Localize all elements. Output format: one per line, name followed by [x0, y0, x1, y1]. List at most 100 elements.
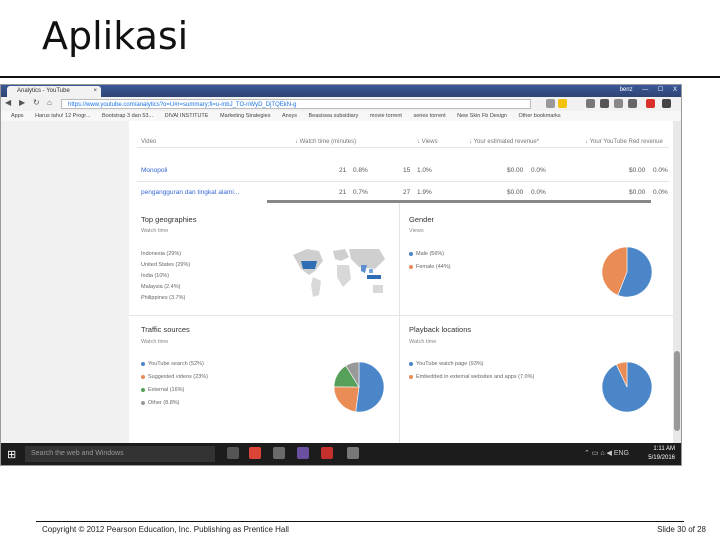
windows-start-icon[interactable]: ⊞	[7, 448, 16, 461]
bookmark-item[interactable]: Ansys	[282, 113, 297, 119]
traffic-legend-item: External (16%)	[141, 387, 184, 393]
video-title-link[interactable]: Monopoli	[141, 167, 167, 174]
video-title-link[interactable]: pengangguran dan tingkat alami...	[141, 189, 239, 196]
acrobat-icon[interactable]	[321, 447, 333, 459]
home-icon[interactable]: ⌂	[47, 98, 52, 107]
bookmark-item[interactable]: Bootstrap 3 dan 53...	[102, 113, 153, 119]
column-header-views[interactable]: ↓ Views	[417, 139, 438, 145]
watch-time-value: 21	[339, 189, 347, 196]
legend-label: Other (8.8%)	[148, 400, 180, 406]
scrollbar-thumb[interactable]	[674, 351, 680, 431]
legend-label: YouTube watch page (93%)	[416, 361, 484, 367]
gender-title[interactable]: Gender	[409, 215, 434, 224]
back-icon[interactable]: ◀	[5, 98, 11, 107]
copyright-footer: Copyright © 2012 Pearson Education, Inc.…	[42, 525, 289, 534]
forward-icon[interactable]: ▶	[19, 98, 25, 107]
user-badge[interactable]: benz	[620, 87, 633, 93]
revenue-percent: 0.0%	[531, 189, 546, 196]
column-header-watch-time[interactable]: ↓ Watch time (minutes)	[295, 139, 356, 145]
extension-icon[interactable]	[628, 99, 637, 108]
taskbar-clock[interactable]: 1:11 AM 5/19/2016	[648, 445, 675, 463]
file-explorer-icon[interactable]	[273, 447, 285, 459]
column-header-revenue[interactable]: ↓ Your estimated revenue*	[469, 139, 539, 145]
traffic-legend-item: YouTube search (52%)	[141, 361, 204, 367]
bookmark-item[interactable]: New Skin Fb Design	[457, 113, 507, 119]
geographies-subtitle: Watch time	[141, 228, 169, 234]
bookmark-item[interactable]: movie torrent	[370, 113, 402, 119]
row-divider	[137, 147, 669, 148]
extension-icon[interactable]	[614, 99, 623, 108]
slide-number: Slide 30 of 28	[657, 525, 706, 534]
gender-legend-item: Female (44%)	[409, 264, 451, 270]
maximize-button[interactable]: ☐	[658, 87, 663, 93]
extension-icon[interactable]	[600, 99, 609, 108]
geographies-title[interactable]: Top geographies	[141, 215, 196, 224]
legend-label: Female (44%)	[416, 264, 451, 270]
panel-divider	[399, 203, 400, 443]
watch-time-percent: 0.8%	[353, 167, 368, 174]
red-revenue-value: $0.00	[629, 189, 646, 196]
menu-icon[interactable]	[662, 99, 671, 108]
playback-locations-subtitle: Watch time	[409, 339, 437, 345]
legend-label: Suggested videos (23%)	[148, 374, 208, 380]
traffic-sources-title[interactable]: Traffic sources	[141, 325, 190, 334]
extension-icon[interactable]	[586, 99, 595, 108]
column-header-red-revenue[interactable]: ↓ Your YouTube Red revenue	[585, 139, 663, 145]
url-input[interactable]: https://www.youtube.com/analytics?o=U#r=…	[61, 99, 531, 109]
traffic-sources-pie-chart	[333, 361, 385, 413]
column-header-video[interactable]: Video	[141, 139, 156, 145]
traffic-sources-subtitle: Watch time	[141, 339, 169, 345]
pie-slice[interactable]	[355, 361, 385, 413]
system-tray[interactable]: ⌃ ▭ ⌂ ◀ ENG	[584, 449, 629, 457]
gender-pie-chart	[601, 246, 653, 298]
row-divider	[137, 181, 669, 182]
tab-close-icon[interactable]: ×	[93, 86, 97, 97]
reload-icon[interactable]: ↻	[33, 98, 40, 107]
views-value: 27	[403, 189, 411, 196]
zoom-icon[interactable]	[546, 99, 555, 108]
analytics-page: Video ↓ Watch time (minutes) ↓ Views ↓ Y…	[1, 121, 681, 443]
page-scrollbar[interactable]	[673, 121, 681, 443]
bookmark-item[interactable]: series torrent	[414, 113, 446, 119]
browser-tab[interactable]: Analytics - YouTube ×	[7, 86, 101, 97]
app-icon[interactable]	[347, 447, 359, 459]
playback-locations-title[interactable]: Playback locations	[409, 325, 471, 334]
windows-taskbar: ⊞ Search the web and Windows ⌃ ▭ ⌂ ◀ ENG…	[1, 443, 681, 465]
column-header-label: Watch time (minutes)	[299, 139, 357, 145]
close-window-button[interactable]: X	[673, 87, 677, 93]
extension-icon[interactable]	[646, 99, 655, 108]
playback-locations-pie-chart	[601, 361, 653, 413]
clock-date: 5/19/2016	[648, 455, 675, 461]
window-controls: benz — ☐ X	[612, 86, 677, 93]
app-icon[interactable]	[297, 447, 309, 459]
task-view-icon[interactable]	[227, 447, 239, 459]
taskbar-search-input[interactable]: Search the web and Windows	[25, 446, 215, 462]
legend-swatch	[141, 361, 145, 366]
chrome-icon[interactable]	[249, 447, 261, 459]
views-percent: 1.9%	[417, 189, 432, 196]
pie-slice[interactable]	[333, 386, 360, 413]
legend-swatch	[141, 387, 145, 392]
revenue-percent: 0.0%	[531, 167, 546, 174]
legend-swatch	[409, 374, 413, 379]
playback-legend-item: Embedded in external websites and apps (…	[409, 374, 534, 380]
table-horizontal-scrollbar[interactable]	[267, 200, 651, 203]
clock-time: 1:11 AM	[653, 446, 675, 452]
world-map	[293, 249, 385, 297]
red-revenue-percent: 0.0%	[653, 167, 668, 174]
geography-item: Philippines (3.7%)	[141, 295, 186, 301]
views-value: 15	[403, 167, 411, 174]
watch-time-value: 21	[339, 167, 347, 174]
bookmark-item[interactable]: DIVAI INSTITUTE	[165, 113, 209, 119]
playback-legend-item: YouTube watch page (93%)	[409, 361, 483, 367]
bookmark-item[interactable]: Other bookmarks	[519, 113, 561, 119]
bookmark-item[interactable]: Apps	[11, 113, 24, 119]
bookmark-item[interactable]: Harus tahu! 12 Progr...	[35, 113, 90, 119]
bookmark-star-icon[interactable]	[558, 99, 567, 108]
legend-label: YouTube search (52%)	[148, 361, 204, 367]
revenue-value: $0.00	[507, 189, 524, 196]
legend-label: Male (56%)	[416, 251, 445, 257]
bookmark-item[interactable]: Beasiswa subsidiary	[309, 113, 359, 119]
minimize-button[interactable]: —	[642, 87, 648, 93]
bookmark-item[interactable]: Marketing Strategies	[220, 113, 270, 119]
